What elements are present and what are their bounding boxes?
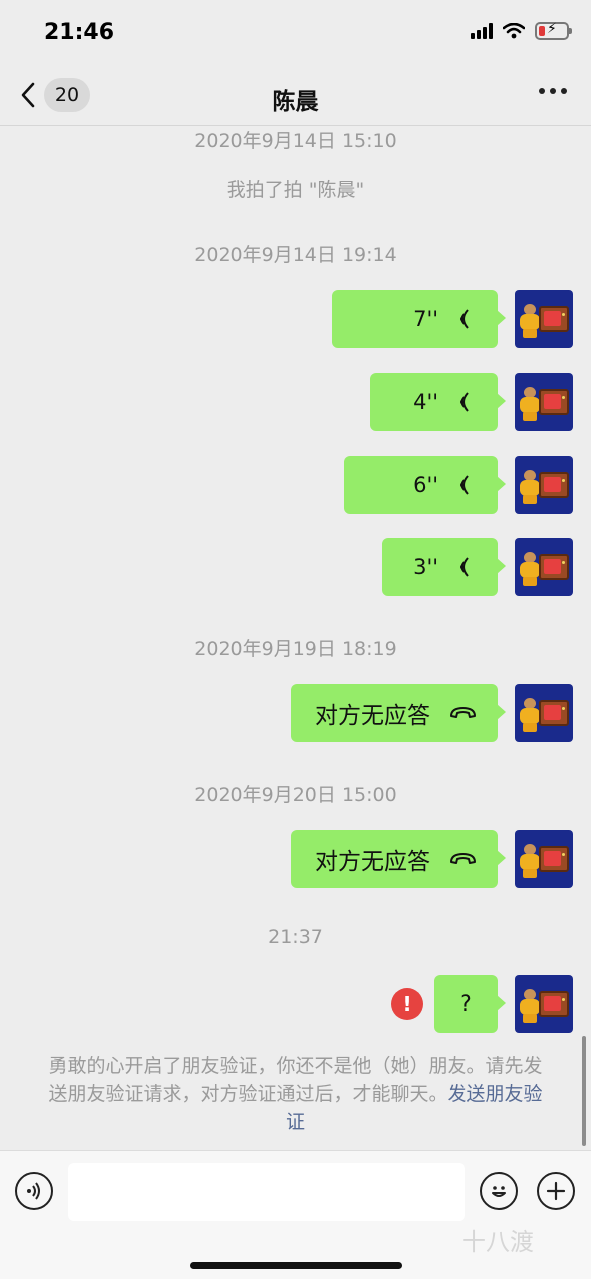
voice-wave-icon	[460, 309, 469, 329]
pat-notice: 我拍了拍 "陈晨"	[226, 179, 365, 201]
call-message[interactable]: 对方无应答	[291, 684, 506, 742]
voice-message[interactable]: 7''	[332, 290, 506, 348]
chat-title: 陈晨	[272, 89, 319, 115]
input-bar	[0, 1150, 591, 1279]
avatar[interactable]	[515, 456, 573, 514]
more-icon[interactable]	[539, 88, 567, 94]
voice-duration: 7''	[413, 307, 438, 331]
timestamp: 2020年9月20日 15:00	[194, 784, 397, 806]
voice-duration: 6''	[413, 473, 438, 497]
message-input[interactable]	[68, 1163, 465, 1221]
status-bar: 21:46 ⚡	[0, 0, 591, 70]
system-notice: 勇敢的心开启了朋友验证，你还不是他（她）朋友。请先发送朋友验证请求，对方验证通过…	[44, 1052, 547, 1136]
avatar[interactable]	[515, 684, 573, 742]
voice-input-icon[interactable]	[15, 1172, 53, 1210]
avatar[interactable]	[515, 373, 573, 431]
avatar[interactable]	[515, 290, 573, 348]
home-indicator[interactable]	[190, 1262, 402, 1269]
status-icons: ⚡	[471, 21, 572, 40]
watermark: 十八渡	[462, 1228, 534, 1256]
status-time: 21:46	[44, 20, 115, 45]
voice-wave-icon	[460, 392, 469, 412]
battery-icon: ⚡	[535, 21, 572, 40]
plus-icon[interactable]	[537, 1172, 575, 1210]
wifi-icon	[503, 23, 525, 39]
error-icon[interactable]: !	[391, 988, 423, 1020]
nav-bar: 20 陈晨	[0, 70, 591, 126]
call-message[interactable]: 对方无应答	[291, 830, 506, 888]
voice-wave-icon	[460, 475, 469, 495]
voice-duration: 3''	[413, 555, 438, 579]
voice-duration: 4''	[413, 390, 438, 414]
timestamp: 2020年9月19日 18:19	[194, 638, 397, 660]
avatar[interactable]	[515, 538, 573, 596]
avatar[interactable]	[515, 830, 573, 888]
voice-message[interactable]: 3''	[382, 538, 506, 596]
phone-hangup-icon	[450, 707, 476, 718]
call-status: 对方无应答	[315, 849, 430, 875]
avatar[interactable]	[515, 975, 573, 1033]
scrollbar[interactable]	[582, 1036, 586, 1146]
text-message[interactable]: ?	[434, 975, 506, 1033]
timestamp: 2020年9月14日 15:10	[194, 130, 397, 152]
emoji-icon[interactable]	[480, 1172, 518, 1210]
phone-hangup-icon	[450, 853, 476, 864]
voice-message[interactable]: 6''	[344, 456, 506, 514]
timestamp: 21:37	[268, 926, 323, 948]
timestamp: 2020年9月14日 19:14	[194, 244, 397, 266]
cellular-signal-icon	[471, 23, 493, 39]
voice-message[interactable]: 4''	[370, 373, 506, 431]
voice-wave-icon	[460, 557, 469, 577]
call-status: 对方无应答	[315, 703, 430, 729]
